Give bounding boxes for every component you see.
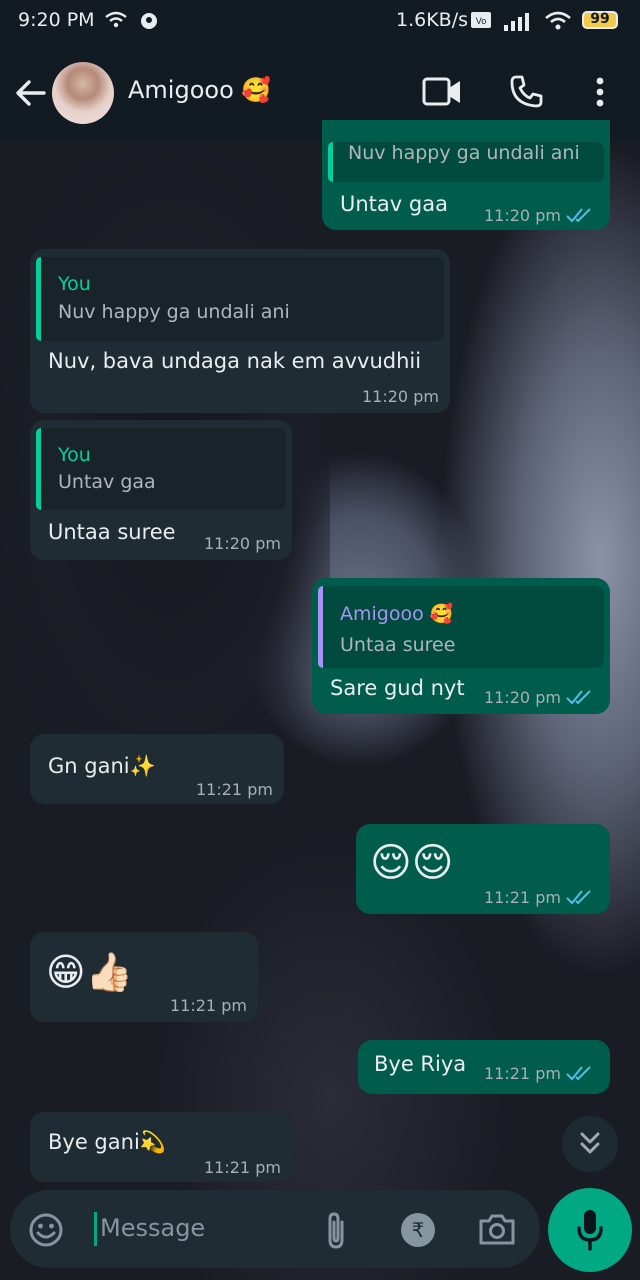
message-text: Nuv, bava undaga nak em avvudhii — [48, 349, 422, 373]
quote-bar — [318, 586, 323, 668]
quoted-sender: You — [58, 444, 91, 466]
quoted-sender: Amigooo 🥰 — [340, 603, 454, 625]
voice-message-button[interactable] — [548, 1188, 632, 1272]
message-input[interactable]: Message — [100, 1214, 205, 1242]
voice-call-icon[interactable] — [508, 74, 544, 110]
message-bubble-outgoing[interactable]: 😌😌 11:21 pm — [356, 824, 610, 914]
emoji-icon[interactable] — [28, 1212, 64, 1248]
quoted-message[interactable]: Amigooo 🥰 Untaa suree — [318, 586, 604, 668]
quoted-sender: You — [58, 273, 91, 295]
scroll-to-bottom-button[interactable] — [562, 1116, 618, 1172]
battery-level: 99 — [590, 11, 610, 27]
signal-icon — [504, 13, 529, 31]
back-arrow-icon[interactable] — [14, 76, 48, 110]
message-time: 11:20 pm — [484, 688, 561, 707]
rupee-payment-icon[interactable]: ₹ — [400, 1212, 436, 1248]
message-text: Bye Riya — [374, 1052, 467, 1076]
message-time: 11:20 pm — [362, 387, 439, 406]
message-bubble-outgoing[interactable]: Nuv happy ga undali ani Untav gaa 11:20 … — [322, 120, 610, 230]
message-bubble-incoming[interactable]: You Untav gaa Untaa suree 11:20 pm — [30, 420, 292, 560]
message-bubble-incoming[interactable]: Bye gani💫 11:21 pm — [30, 1112, 292, 1182]
attach-icon[interactable] — [322, 1210, 350, 1250]
message-text: Bye gani💫 — [48, 1130, 166, 1154]
avatar[interactable] — [52, 62, 114, 124]
double-chevron-down-icon — [580, 1132, 600, 1154]
message-composer: Message ₹ — [10, 1190, 540, 1268]
volte-icon: Vo — [471, 12, 491, 28]
quote-bar — [36, 428, 41, 510]
notification-icon — [141, 13, 157, 29]
message-time: 11:20 pm — [484, 206, 561, 225]
read-receipt-icon — [566, 208, 591, 223]
message-time: 11:21 pm — [484, 1064, 561, 1083]
contact-name[interactable]: Amigooo 🥰 — [128, 76, 271, 104]
message-time: 11:20 pm — [204, 534, 281, 553]
message-time: 11:21 pm — [484, 888, 561, 907]
quoted-message[interactable]: Nuv happy ga undali ani — [328, 142, 604, 182]
quoted-text: Nuv happy ga undali ani — [348, 142, 580, 164]
message-time: 11:21 pm — [170, 996, 247, 1015]
camera-icon[interactable] — [478, 1212, 516, 1246]
message-bubble-incoming[interactable]: Gn gani✨ 11:21 pm — [30, 734, 284, 804]
message-bubble-outgoing[interactable]: Bye Riya 11:21 pm — [358, 1040, 610, 1094]
quoted-message[interactable]: You Untav gaa — [36, 428, 286, 510]
svg-text:Vo: Vo — [476, 16, 487, 26]
svg-text:₹: ₹ — [412, 1218, 425, 1242]
quote-bar — [36, 257, 41, 341]
wifi-icon — [545, 11, 571, 30]
message-emoji-text: 😁👍🏻 — [46, 950, 133, 994]
message-text: Untav gaa — [340, 192, 448, 216]
battery-icon: 99 — [582, 11, 618, 29]
message-text: Untaa suree — [48, 520, 176, 544]
wifi-icon — [105, 11, 127, 28]
mic-icon — [577, 1210, 603, 1251]
quoted-message[interactable]: You Nuv happy ga undali ani — [36, 257, 444, 341]
quoted-text: Untaa suree — [340, 634, 456, 656]
quoted-text: Nuv happy ga undali ani — [58, 301, 290, 323]
video-call-icon[interactable] — [422, 76, 462, 108]
text-caret — [94, 1212, 97, 1246]
read-receipt-icon — [566, 690, 591, 705]
message-bubble-incoming[interactable]: 😁👍🏻 11:21 pm — [30, 932, 258, 1022]
status-bar: 9:20 PM 1.6KB/s Vo 99 — [0, 0, 640, 42]
message-time: 11:21 pm — [196, 780, 273, 799]
network-speed: 1.6KB/s — [396, 9, 469, 31]
read-receipt-icon — [566, 1066, 591, 1081]
quoted-text: Untav gaa — [58, 471, 156, 493]
message-text: Gn gani✨ — [48, 754, 156, 778]
message-text: Sare gud nyt — [330, 676, 465, 700]
read-receipt-icon — [566, 890, 591, 905]
message-time: 11:21 pm — [204, 1158, 281, 1177]
message-bubble-incoming[interactable]: You Nuv happy ga undali ani Nuv, bava un… — [30, 249, 450, 413]
message-emoji-text: 😌😌 — [370, 840, 454, 886]
message-bubble-outgoing[interactable]: Amigooo 🥰 Untaa suree Sare gud nyt 11:20… — [312, 578, 610, 714]
more-options-icon[interactable] — [592, 76, 608, 108]
status-time: 9:20 PM — [18, 9, 95, 31]
quote-bar — [328, 142, 333, 182]
